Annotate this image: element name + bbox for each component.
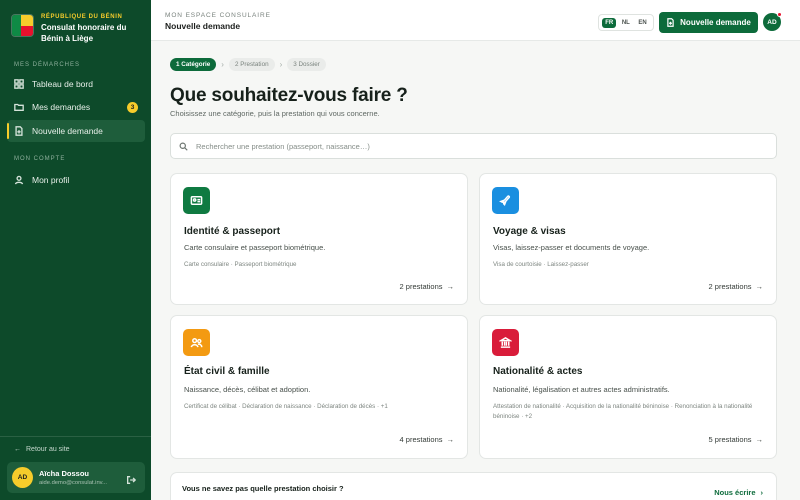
file-plus-icon bbox=[15, 126, 23, 136]
dashboard-icon bbox=[14, 79, 24, 89]
chevron-right-icon: › bbox=[221, 60, 224, 69]
stepper: 1 Catégorie › 2 Prestation › 3 Dossier bbox=[170, 58, 326, 71]
count-label: 5 prestations bbox=[708, 435, 752, 444]
arrow-right-icon: → bbox=[755, 282, 764, 291]
topbar: MON ESPACE CONSULAIRE Nouvelle demande F… bbox=[151, 0, 800, 41]
user-name: Aïcha Dossou bbox=[39, 469, 90, 478]
category-card-travel[interactable]: Voyage & visas Visas, laissez-passer et … bbox=[479, 173, 777, 305]
chevron-right-icon: › bbox=[279, 60, 283, 69]
arrow-right-icon: → bbox=[755, 435, 764, 444]
sidebar-item-label: Mon profil bbox=[32, 175, 70, 185]
category-count: 2 prestations → bbox=[709, 282, 763, 291]
user-icon bbox=[14, 175, 24, 185]
sidebar-item-profile[interactable]: Mon profil bbox=[7, 169, 145, 191]
sidebar-item-label: Tableau de bord bbox=[32, 79, 93, 89]
notification-dot bbox=[777, 12, 782, 17]
arrow-right-icon: → bbox=[446, 282, 455, 291]
back-to-site-link[interactable]: ← Retour au site bbox=[14, 446, 70, 453]
category-count: 5 prestations → bbox=[709, 435, 763, 444]
category-title: Nationalité & actes bbox=[493, 366, 583, 377]
category-title: Identité & passeport bbox=[184, 226, 281, 237]
arrow-left-icon: ← bbox=[14, 446, 21, 453]
user-avatar-menu[interactable]: AD bbox=[763, 12, 782, 31]
plane-icon bbox=[492, 187, 519, 214]
file-plus-icon bbox=[667, 18, 674, 27]
search-icon bbox=[179, 142, 188, 151]
step-category[interactable]: 1 Catégorie bbox=[170, 58, 217, 71]
category-tags: Certificat de célibat · Déclaration de n… bbox=[184, 403, 388, 410]
arrow-right-icon: → bbox=[446, 435, 455, 444]
user-card[interactable]: AD Aïcha Dossou aide.demo@consulat.inv..… bbox=[7, 462, 145, 493]
contact-us-label: Nous écrire bbox=[714, 488, 756, 497]
search-input[interactable] bbox=[196, 141, 756, 151]
sidebar-item-new-request[interactable]: Nouvelle demande bbox=[7, 120, 145, 142]
page-title: Nouvelle demande bbox=[165, 21, 241, 31]
institution-icon bbox=[492, 329, 519, 356]
lang-en-button[interactable]: EN bbox=[635, 18, 649, 28]
sidebar-divider bbox=[0, 436, 151, 437]
breadcrumb: MON ESPACE CONSULAIRE bbox=[165, 12, 271, 19]
back-link-label: Retour au site bbox=[26, 446, 70, 453]
chevron-right-icon: › bbox=[760, 488, 764, 497]
page-heading: Que souhaitez-vous faire ? bbox=[170, 85, 408, 106]
nav-section-account: MON COMPTE bbox=[14, 156, 66, 162]
help-question: Vous ne savez pas quelle prestation choi… bbox=[182, 484, 344, 493]
category-count: 2 prestations → bbox=[400, 282, 454, 291]
new-request-button[interactable]: Nouvelle demande bbox=[659, 12, 758, 33]
page-lead: Choisissez une catégorie, puis la presta… bbox=[170, 109, 380, 118]
category-tags: Attestation de nationalité · Acquisition… bbox=[493, 403, 753, 420]
brand-subtitle: RÉPUBLIQUE DU BÉNIN bbox=[41, 14, 123, 20]
category-count: 4 prestations → bbox=[400, 435, 454, 444]
category-tags: Carte consulaire · Passeport biométrique bbox=[184, 261, 297, 268]
count-label: 2 prestations bbox=[708, 282, 752, 291]
category-description: Visas, laissez-passer et documents de vo… bbox=[493, 243, 650, 252]
family-icon bbox=[183, 329, 210, 356]
brand-title: Consulat honoraire du Bénin à Liège bbox=[41, 23, 127, 43]
category-card-identity[interactable]: Identité & passeport Carte consulaire et… bbox=[170, 173, 468, 305]
sidebar-item-label: Mes demandes bbox=[32, 102, 91, 112]
sidebar-item-dashboard[interactable]: Tableau de bord bbox=[7, 73, 145, 95]
folder-icon bbox=[14, 103, 24, 111]
lang-nl-button[interactable]: NL bbox=[619, 18, 633, 28]
category-title: Voyage & visas bbox=[493, 226, 566, 237]
benin-flag-icon bbox=[11, 14, 34, 37]
category-description: Carte consulaire et passeport biométriqu… bbox=[184, 243, 326, 252]
sidebar: RÉPUBLIQUE DU BÉNIN Consulat honoraire d… bbox=[0, 0, 151, 500]
category-description: Naissance, décès, célibat et adoption. bbox=[184, 385, 311, 394]
avatar: AD bbox=[12, 467, 33, 488]
requests-count-badge: 3 bbox=[127, 102, 138, 113]
search-bar bbox=[170, 133, 777, 159]
step-file: 3 Dossier bbox=[287, 58, 326, 71]
sidebar-item-my-requests[interactable]: Mes demandes 3 bbox=[7, 96, 145, 118]
category-card-civil-status[interactable]: État civil & famille Naissance, décès, c… bbox=[170, 315, 468, 459]
count-label: 2 prestations bbox=[399, 282, 443, 291]
lang-fr-button[interactable]: FR bbox=[602, 17, 617, 28]
category-card-nationality[interactable]: Nationalité & actes Nationalité, légalis… bbox=[479, 315, 777, 459]
avatar-initials: AD bbox=[767, 18, 777, 26]
new-request-label: Nouvelle demande bbox=[680, 18, 751, 27]
category-tags: Visa de courtoisie · Laissez-passer bbox=[493, 261, 589, 268]
category-description: Nationalité, légalisation et autres acte… bbox=[493, 385, 670, 394]
id-card-icon bbox=[183, 187, 210, 214]
contact-us-link[interactable]: Nous écrire › bbox=[714, 488, 763, 497]
user-email: aide.demo@consulat.inv... bbox=[39, 480, 107, 486]
step-service: 2 Prestation bbox=[228, 58, 275, 71]
category-title: État civil & famille bbox=[184, 366, 270, 377]
help-banner: Vous ne savez pas quelle prestation choi… bbox=[170, 472, 777, 500]
logout-icon bbox=[127, 476, 137, 484]
logout-button[interactable] bbox=[126, 472, 137, 490]
count-label: 4 prestations bbox=[399, 435, 443, 444]
language-switcher: FR NL EN bbox=[598, 14, 654, 31]
brand[interactable]: RÉPUBLIQUE DU BÉNIN Consulat honoraire d… bbox=[11, 14, 141, 44]
sidebar-item-label: Nouvelle demande bbox=[32, 126, 103, 136]
nav-section-requests: MES DÉMARCHES bbox=[14, 62, 81, 68]
